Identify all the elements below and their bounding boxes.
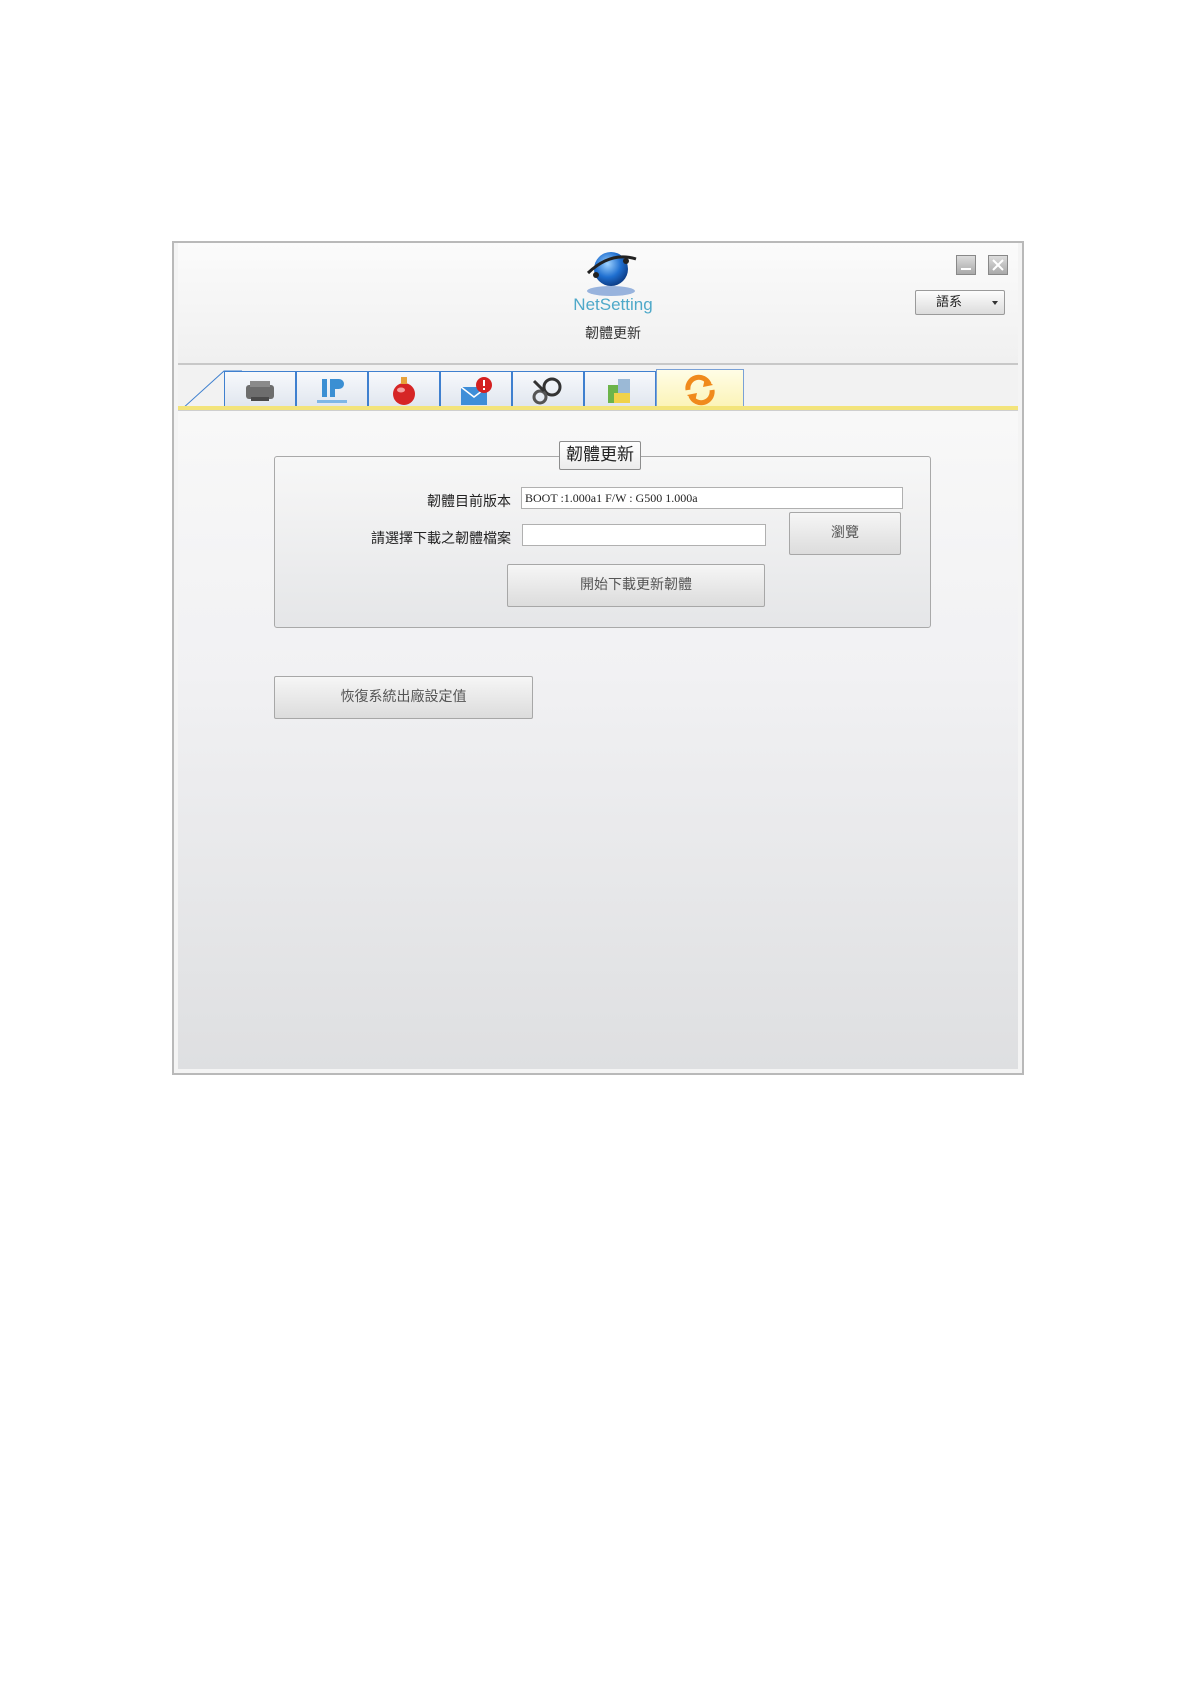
- tools-icon: [532, 377, 562, 404]
- minimize-button[interactable]: [956, 255, 976, 275]
- close-icon: [992, 259, 1004, 271]
- group-title: 韌體更新: [559, 441, 641, 470]
- firmware-update-group: 韌體更新 韌體目前版本 BOOT :1.000a1 F/W : G500 1.0…: [274, 441, 931, 628]
- current-version-label: 韌體目前版本: [427, 494, 511, 510]
- netsetting-window: NetSetting 韌體更新 語系 韌體更新 韌體目前版本 BOOT:1.0…: [172, 241, 1024, 1075]
- tools-tab[interactable]: [512, 371, 584, 409]
- close-button[interactable]: [988, 255, 1008, 275]
- printer-icon: [246, 380, 274, 401]
- alert-tab[interactable]: [368, 371, 440, 409]
- factory-reset-button[interactable]: 恢復系統出廠設定值: [274, 676, 533, 719]
- proxy-icon: [608, 378, 630, 403]
- netsetting-logo-text: NetSetting: [573, 295, 653, 314]
- ip-setting-icon: [317, 378, 347, 403]
- ip-setting-tab[interactable]: [296, 371, 368, 409]
- chevron-down-icon: [992, 301, 998, 305]
- mail-alert-icon: [460, 376, 492, 405]
- refresh-icon: [685, 374, 715, 405]
- language-select-value: 語系: [936, 295, 963, 310]
- select-file-label: 請選擇下載之韌體檔案: [371, 531, 511, 547]
- email-alert-tab[interactable]: [440, 371, 512, 409]
- firmware-update-tab[interactable]: [656, 369, 744, 409]
- current-version-field: BOOT :1.000a1 F/W : G500 1.000a: [521, 487, 903, 509]
- firmware-file-input[interactable]: [522, 524, 766, 546]
- proxy-tab[interactable]: [584, 371, 656, 409]
- language-select[interactable]: 語系: [915, 290, 1005, 315]
- minimize-icon: [961, 268, 971, 270]
- firmware-update-panel: 韌體更新 韌體目前版本 BOOT :1.000a1 F/W : G500 1.0…: [178, 410, 1018, 1069]
- printer-tab[interactable]: [224, 371, 296, 409]
- browse-button[interactable]: 瀏覽: [789, 512, 901, 555]
- bell-icon: [393, 376, 415, 405]
- tab-bar: [178, 365, 1018, 409]
- window-header: NetSetting 韌體更新 語系: [178, 243, 1018, 365]
- page-title: 韌體更新: [585, 326, 641, 342]
- start-update-button[interactable]: 開始下載更新韌體: [507, 564, 765, 607]
